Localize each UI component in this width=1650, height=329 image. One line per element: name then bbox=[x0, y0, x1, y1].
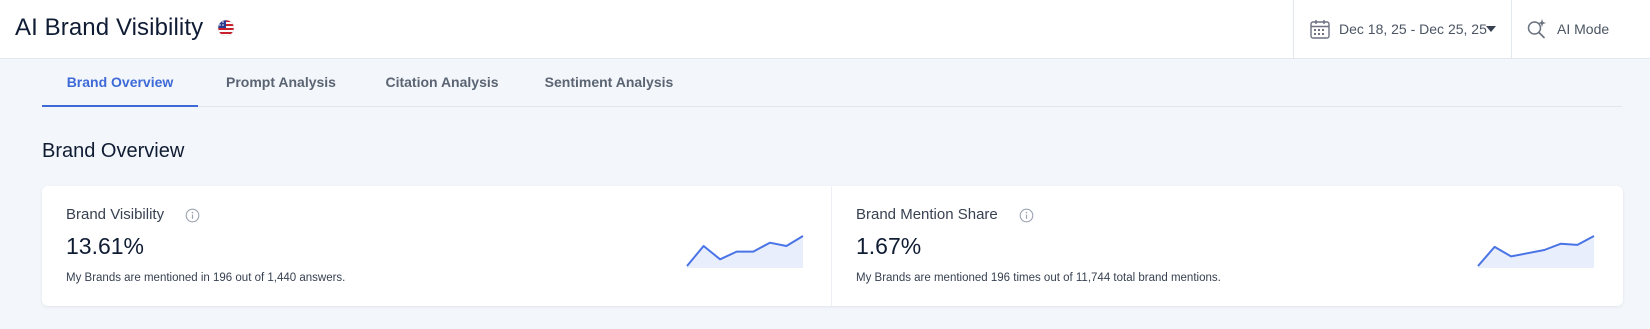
tab-sentiment-analysis[interactable]: Sentiment Analysis bbox=[520, 60, 698, 107]
brand-mention-share-card: Brand Mention Share 1.67% My Brands are … bbox=[832, 186, 1623, 306]
tab-brand-overview[interactable]: Brand Overview bbox=[42, 60, 198, 107]
trend-sparkline bbox=[1477, 235, 1595, 268]
info-icon[interactable] bbox=[1019, 208, 1034, 223]
tab-prompt-analysis[interactable]: Prompt Analysis bbox=[198, 60, 364, 107]
info-icon[interactable] bbox=[185, 208, 200, 223]
metrics-card-group: Brand Visibility 13.61% My Brands are me… bbox=[42, 186, 1623, 306]
ai-mode-button[interactable]: AI Mode bbox=[1511, 0, 1650, 59]
brand-visibility-card: Brand Visibility 13.61% My Brands are me… bbox=[42, 186, 832, 306]
date-range-picker[interactable]: Dec 18, 25 - Dec 25, 25 bbox=[1293, 0, 1511, 59]
metric-label: Brand Mention Share bbox=[856, 206, 998, 223]
tab-bar: Brand Overview Prompt Analysis Citation … bbox=[42, 60, 1622, 107]
trend-sparkline bbox=[686, 235, 804, 268]
tab-citation-analysis[interactable]: Citation Analysis bbox=[364, 60, 520, 107]
metric-value: 13.61% bbox=[66, 233, 145, 259]
app-title: AI Brand Visibility bbox=[15, 14, 204, 41]
date-range-label: Dec 18, 25 - Dec 25, 25 bbox=[1339, 21, 1487, 37]
calendar-icon bbox=[1310, 20, 1330, 39]
section-title: Brand Overview bbox=[42, 140, 185, 162]
metric-label: Brand Visibility bbox=[66, 206, 165, 223]
metric-description: My Brands are mentioned 196 times out of… bbox=[856, 272, 1221, 284]
metric-description: My Brands are mentioned in 196 out of 1,… bbox=[66, 272, 346, 284]
chevron-down-icon bbox=[1486, 26, 1496, 32]
us-flag-icon bbox=[217, 19, 235, 37]
metric-value: 1.67% bbox=[856, 233, 922, 259]
ai-mode-label: AI Mode bbox=[1557, 21, 1610, 37]
top-bar: AI Brand Visibility Dec 18, 25 - Dec 25,… bbox=[0, 0, 1650, 59]
sparkle-search-icon bbox=[1527, 19, 1546, 39]
